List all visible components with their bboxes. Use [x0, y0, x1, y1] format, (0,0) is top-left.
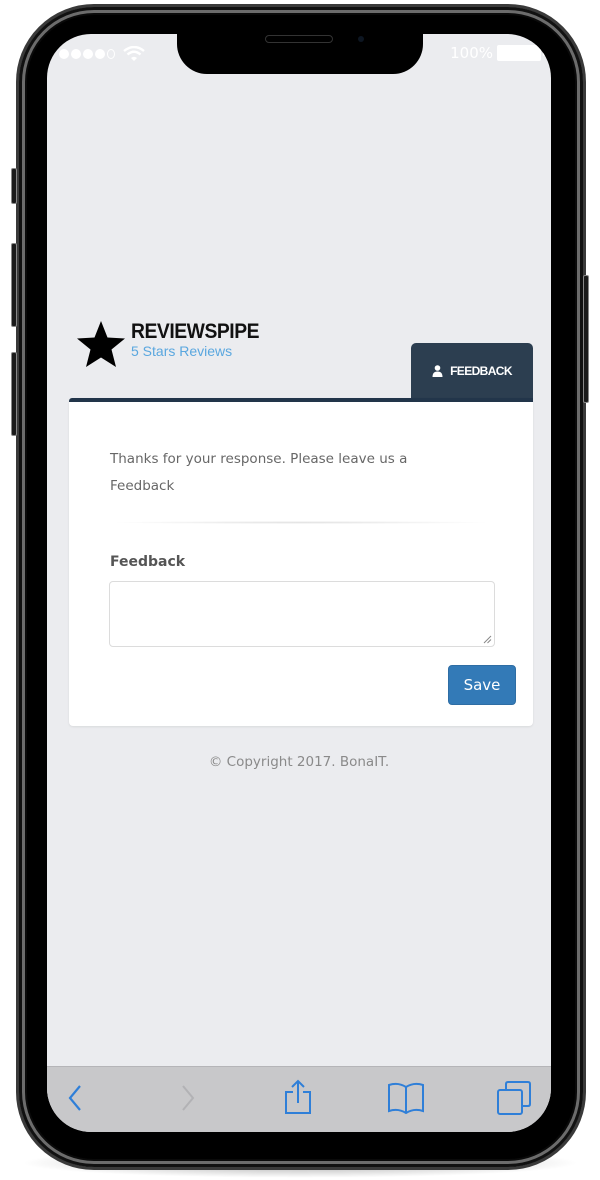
status-bar-right: 100%: [450, 44, 545, 62]
brand-logo[interactable]: REVIEWSPIPE 5 Stars Reviews: [75, 319, 270, 371]
forward-icon[interactable]: [180, 1083, 196, 1113]
mute-switch: [11, 168, 17, 204]
speaker: [265, 35, 333, 43]
tab-feedback[interactable]: FEEDBACK: [411, 343, 533, 399]
brand-tagline: 5 Stars Reviews: [131, 343, 233, 359]
tabs-icon[interactable]: [496, 1080, 532, 1116]
signal-dot: [95, 49, 105, 59]
share-icon[interactable]: [283, 1079, 313, 1115]
signal-dot: [83, 49, 93, 59]
camera: [358, 36, 364, 42]
screen: 100% REVIEWSPIPE 5 Stars Reviews FEEDBAC…: [47, 34, 551, 1132]
signal-dot-empty: [107, 49, 115, 59]
wifi-icon: [123, 46, 145, 61]
brand-name: REVIEWSPIPE: [131, 320, 260, 343]
status-bar-left: [59, 46, 145, 62]
card-top-border: [69, 398, 533, 402]
back-icon[interactable]: [67, 1083, 83, 1113]
signal-dot: [59, 49, 69, 59]
star-icon: [77, 321, 125, 367]
feedback-label: Feedback: [110, 554, 186, 570]
user-icon: [432, 365, 443, 377]
resize-grip-icon[interactable]: [483, 635, 492, 644]
volume-up-button: [11, 243, 17, 327]
signal-dot: [71, 49, 81, 59]
battery-percent: 100%: [450, 44, 493, 62]
bookmarks-icon[interactable]: [387, 1081, 425, 1115]
battery-icon: [497, 45, 545, 61]
browser-toolbar: [47, 1066, 551, 1132]
tab-feedback-label: FEEDBACK: [450, 364, 512, 378]
feedback-textarea[interactable]: [109, 581, 495, 647]
copyright-text: © Copyright 2017. BonaIT.: [208, 754, 390, 770]
notch: [177, 34, 423, 74]
divider: [109, 521, 493, 524]
intro-text: Thanks for your response. Please leave u…: [110, 451, 408, 494]
volume-down-button: [11, 352, 17, 436]
save-button[interactable]: Save: [448, 665, 516, 705]
power-button: [583, 275, 589, 403]
feedback-card: Thanks for your response. Please leave u…: [69, 398, 533, 726]
